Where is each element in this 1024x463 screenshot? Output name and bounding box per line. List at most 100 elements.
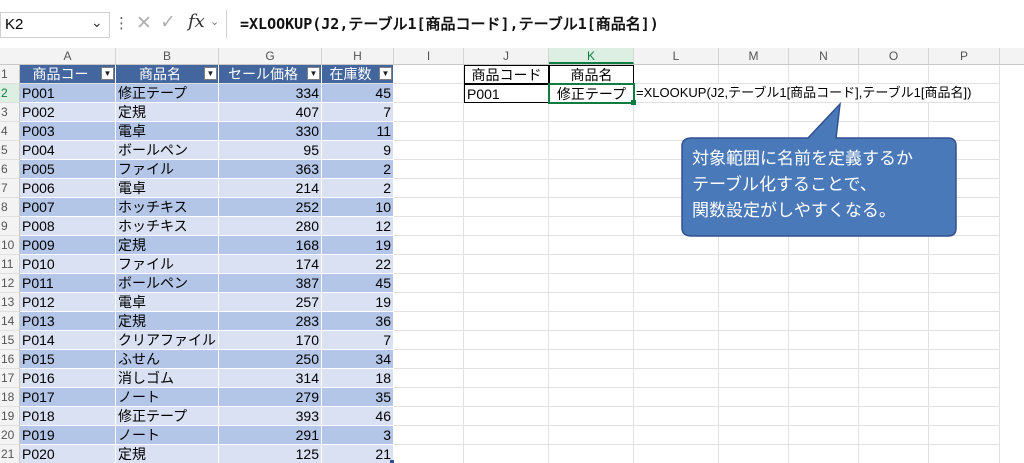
table-cell[interactable]: 3 (322, 426, 394, 445)
row-header-5[interactable]: 5 (0, 141, 19, 160)
grid-cell[interactable] (549, 445, 634, 463)
table-cell[interactable]: ノート (116, 426, 219, 445)
grid-cell[interactable] (394, 84, 464, 103)
grid-cell[interactable] (549, 407, 634, 426)
table-cell[interactable]: 9 (322, 141, 394, 160)
grid-cell[interactable] (394, 217, 464, 236)
grid-cell[interactable] (859, 445, 929, 463)
row-header-9[interactable]: 9 (0, 217, 19, 236)
table-cell[interactable]: 消しゴム (116, 369, 219, 388)
grid-cell[interactable] (464, 369, 549, 388)
grid-cell[interactable] (394, 388, 464, 407)
lookup-result-cell[interactable]: 修正テープ (548, 83, 635, 104)
grid-cell[interactable] (464, 350, 549, 369)
column-header-m[interactable]: M (719, 48, 789, 64)
table-cell[interactable]: 34 (322, 350, 394, 369)
grid-cell[interactable] (929, 426, 1000, 445)
row-header-18[interactable]: 18 (0, 388, 19, 407)
table-cell[interactable]: 7 (322, 103, 394, 122)
grid-cell[interactable] (719, 369, 789, 388)
grid-cell[interactable] (549, 255, 634, 274)
grid-cell[interactable] (464, 236, 549, 255)
grid-cell[interactable] (549, 369, 634, 388)
column-header-a[interactable]: A (20, 48, 116, 64)
row-header-7[interactable]: 7 (0, 179, 19, 198)
grid-cell[interactable] (859, 369, 929, 388)
row-header-16[interactable]: 16 (0, 350, 19, 369)
row-header-8[interactable]: 8 (0, 198, 19, 217)
table-cell[interactable]: P013 (20, 312, 116, 331)
grid-cell[interactable] (464, 217, 549, 236)
grid-cell[interactable] (464, 160, 549, 179)
grid-cell[interactable] (464, 407, 549, 426)
grid-cell[interactable] (549, 350, 634, 369)
table-cell[interactable]: P020 (20, 445, 116, 463)
table-cell[interactable]: 250 (219, 350, 322, 369)
row-header-17[interactable]: 17 (0, 369, 19, 388)
grid-cell[interactable] (634, 236, 719, 255)
column-header-i[interactable]: I (394, 48, 464, 64)
table-cell[interactable]: P002 (20, 103, 116, 122)
grid-cell[interactable] (789, 236, 859, 255)
lookup-header-code[interactable]: 商品コード (464, 65, 549, 84)
table-cell[interactable]: ボールペン (116, 141, 219, 160)
table-cell[interactable]: 279 (219, 388, 322, 407)
grid-cell[interactable] (719, 350, 789, 369)
table-cell[interactable]: 定規 (116, 445, 219, 463)
grid-cell[interactable] (719, 236, 789, 255)
grid-cell[interactable] (394, 274, 464, 293)
grid-cell[interactable] (634, 274, 719, 293)
table-cell[interactable]: 2 (322, 160, 394, 179)
row-header-15[interactable]: 15 (0, 331, 19, 350)
grid-cell[interactable] (464, 426, 549, 445)
table-cell[interactable]: 95 (219, 141, 322, 160)
grid-cell[interactable] (394, 369, 464, 388)
table-cell[interactable]: 36 (322, 312, 394, 331)
grid-cell[interactable] (464, 312, 549, 331)
check-icon[interactable]: ✓ (160, 11, 176, 33)
table-cell[interactable]: P009 (20, 236, 116, 255)
table-cell[interactable]: 10 (322, 198, 394, 217)
table-cell[interactable]: 修正テープ (116, 407, 219, 426)
table-cell[interactable]: P015 (20, 350, 116, 369)
table-cell[interactable]: 393 (219, 407, 322, 426)
row-header-20[interactable]: 20 (0, 426, 19, 445)
table-cell[interactable]: 定規 (116, 312, 219, 331)
grid-cell[interactable] (719, 274, 789, 293)
grid-cell[interactable] (929, 388, 1000, 407)
grid-cell[interactable] (789, 255, 859, 274)
grid-cell[interactable] (859, 426, 929, 445)
table-cell[interactable]: ノート (116, 388, 219, 407)
table-header-1[interactable]: 商品コー ▼ (20, 65, 116, 84)
table-cell[interactable]: 19 (322, 293, 394, 312)
grid-cell[interactable] (789, 65, 859, 84)
grid-cell[interactable] (859, 407, 929, 426)
grid-cell[interactable] (929, 236, 1000, 255)
grid-cell[interactable] (719, 407, 789, 426)
column-header-n[interactable]: N (789, 48, 859, 64)
grid-cell[interactable] (394, 179, 464, 198)
formula-input[interactable]: =XLOOKUP(J2,テーブル1[商品コード],テーブル1[商品名]) (240, 13, 659, 34)
table-cell[interactable]: 11 (322, 122, 394, 141)
row-header-1[interactable]: 1 (0, 65, 19, 84)
grid-cell[interactable] (394, 122, 464, 141)
grid-cell[interactable] (394, 198, 464, 217)
row-header-3[interactable]: 3 (0, 103, 19, 122)
grid-cell[interactable] (394, 255, 464, 274)
grid-cell[interactable] (719, 445, 789, 463)
table-cell[interactable]: ボールペン (116, 274, 219, 293)
grid-cell[interactable] (789, 407, 859, 426)
grid-cell[interactable] (549, 236, 634, 255)
table-cell[interactable]: 214 (219, 179, 322, 198)
grid-cell[interactable] (789, 426, 859, 445)
grid-cell[interactable] (634, 388, 719, 407)
grid-cell[interactable] (634, 407, 719, 426)
table-cell[interactable]: 45 (322, 84, 394, 103)
table-header-3[interactable]: セール価格 ▼ (219, 65, 322, 84)
grid-cell[interactable] (394, 141, 464, 160)
grid-cell[interactable] (549, 160, 634, 179)
grid-cell[interactable] (394, 445, 464, 463)
grid-cell[interactable] (549, 141, 634, 160)
grid-cell[interactable] (859, 312, 929, 331)
grid-cell[interactable] (929, 293, 1000, 312)
